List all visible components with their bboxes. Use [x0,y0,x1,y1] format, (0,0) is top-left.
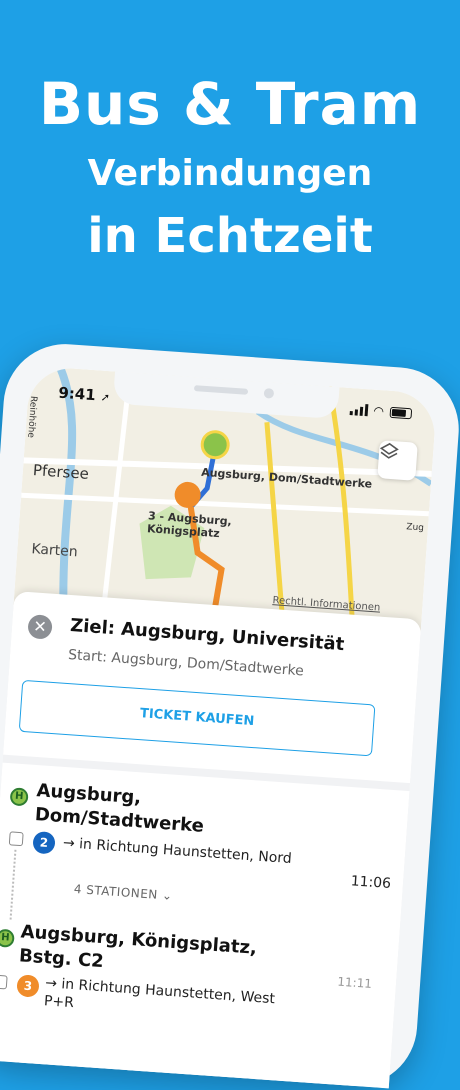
stations-toggle[interactable]: 4 STATIONEN ⌄ [73,882,173,903]
departure-time-1: 11:06 [350,873,392,893]
phone-frame: 9:41 ➚ ◠ Pfersee Augsburg, Dom/Stadtwerk… [0,340,460,1090]
location-icon: ➚ [100,390,111,405]
headline-title: Bus & Tram [38,70,422,138]
map-layers-button[interactable] [377,440,418,481]
bus-icon [0,974,8,990]
apple-maps-logo: Karten [31,541,78,560]
camera [263,387,275,399]
headline-tagline: in Echtzeit [87,208,373,264]
signal-icon [349,403,368,417]
phone-screen: 9:41 ➚ ◠ Pfersee Augsburg, Dom/Stadtwerk… [0,365,438,1089]
arrival-time-2: 11:11 [336,974,373,991]
buy-ticket-button[interactable]: TICKET KAUFEN [18,679,376,757]
map-label-pfersee: Pfersee [32,461,90,483]
speaker [193,385,249,395]
stop-name-1-line2: Dom/Stadtwerke [34,804,205,837]
line-badge-3: 3 [16,974,40,998]
line-badge-2: 2 [32,830,56,855]
battery-icon [389,406,413,419]
close-button[interactable]: ✕ [27,614,53,640]
stop-icon: H [9,787,29,807]
karten-label: Karten [30,541,79,561]
headline-subtitle: Verbindungen [87,153,373,194]
wifi-icon: ◠ [372,403,385,419]
direction-1: → in Richtung Haunstetten, Nord [62,835,293,868]
status-time: 9:41 ➚ [58,384,111,406]
stop-name-1-line1: Augsburg, [35,780,142,809]
layers-icon [379,442,399,459]
start-label: Start: Augsburg, Dom/Stadtwerke [67,646,305,680]
stop-name-1: Augsburg, Dom/Stadtwerke [34,779,206,839]
map-label-zug: Zug [405,522,425,534]
stop-icon: H [0,928,15,948]
map-view[interactable]: 9:41 ➚ ◠ Pfersee Augsburg, Dom/Stadtwerk… [13,365,438,634]
route-sheet: ✕ Ziel: Augsburg, Universität Start: Aug… [0,591,422,1089]
route-dots [9,849,17,920]
stop-name-2-line2: Bstg. C2 [18,945,105,973]
clock: 9:41 [57,383,97,405]
bus-icon [8,831,24,847]
